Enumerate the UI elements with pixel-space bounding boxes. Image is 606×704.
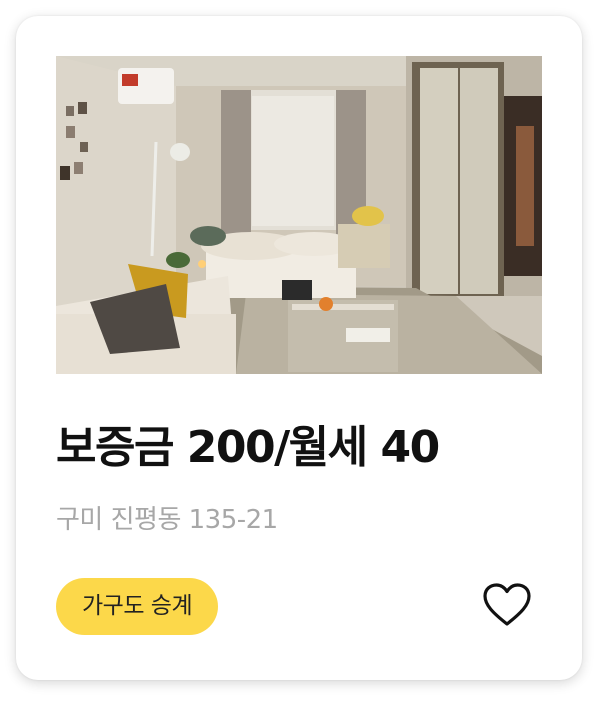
room-photo bbox=[56, 56, 542, 374]
address-label: 구미 진평동 135-21 bbox=[56, 505, 278, 535]
listing-card[interactable]: 보증금 200/월세 40 구미 진평동 135-21 가구도 승계 bbox=[16, 16, 582, 680]
heart-outline-icon[interactable] bbox=[482, 582, 532, 628]
page: 보증금 200/월세 40 구미 진평동 135-21 가구도 승계 bbox=[0, 0, 606, 704]
furniture-transfer-badge: 가구도 승계 bbox=[56, 578, 219, 635]
price-title: 보증금 200/월세 40 bbox=[56, 422, 440, 473]
